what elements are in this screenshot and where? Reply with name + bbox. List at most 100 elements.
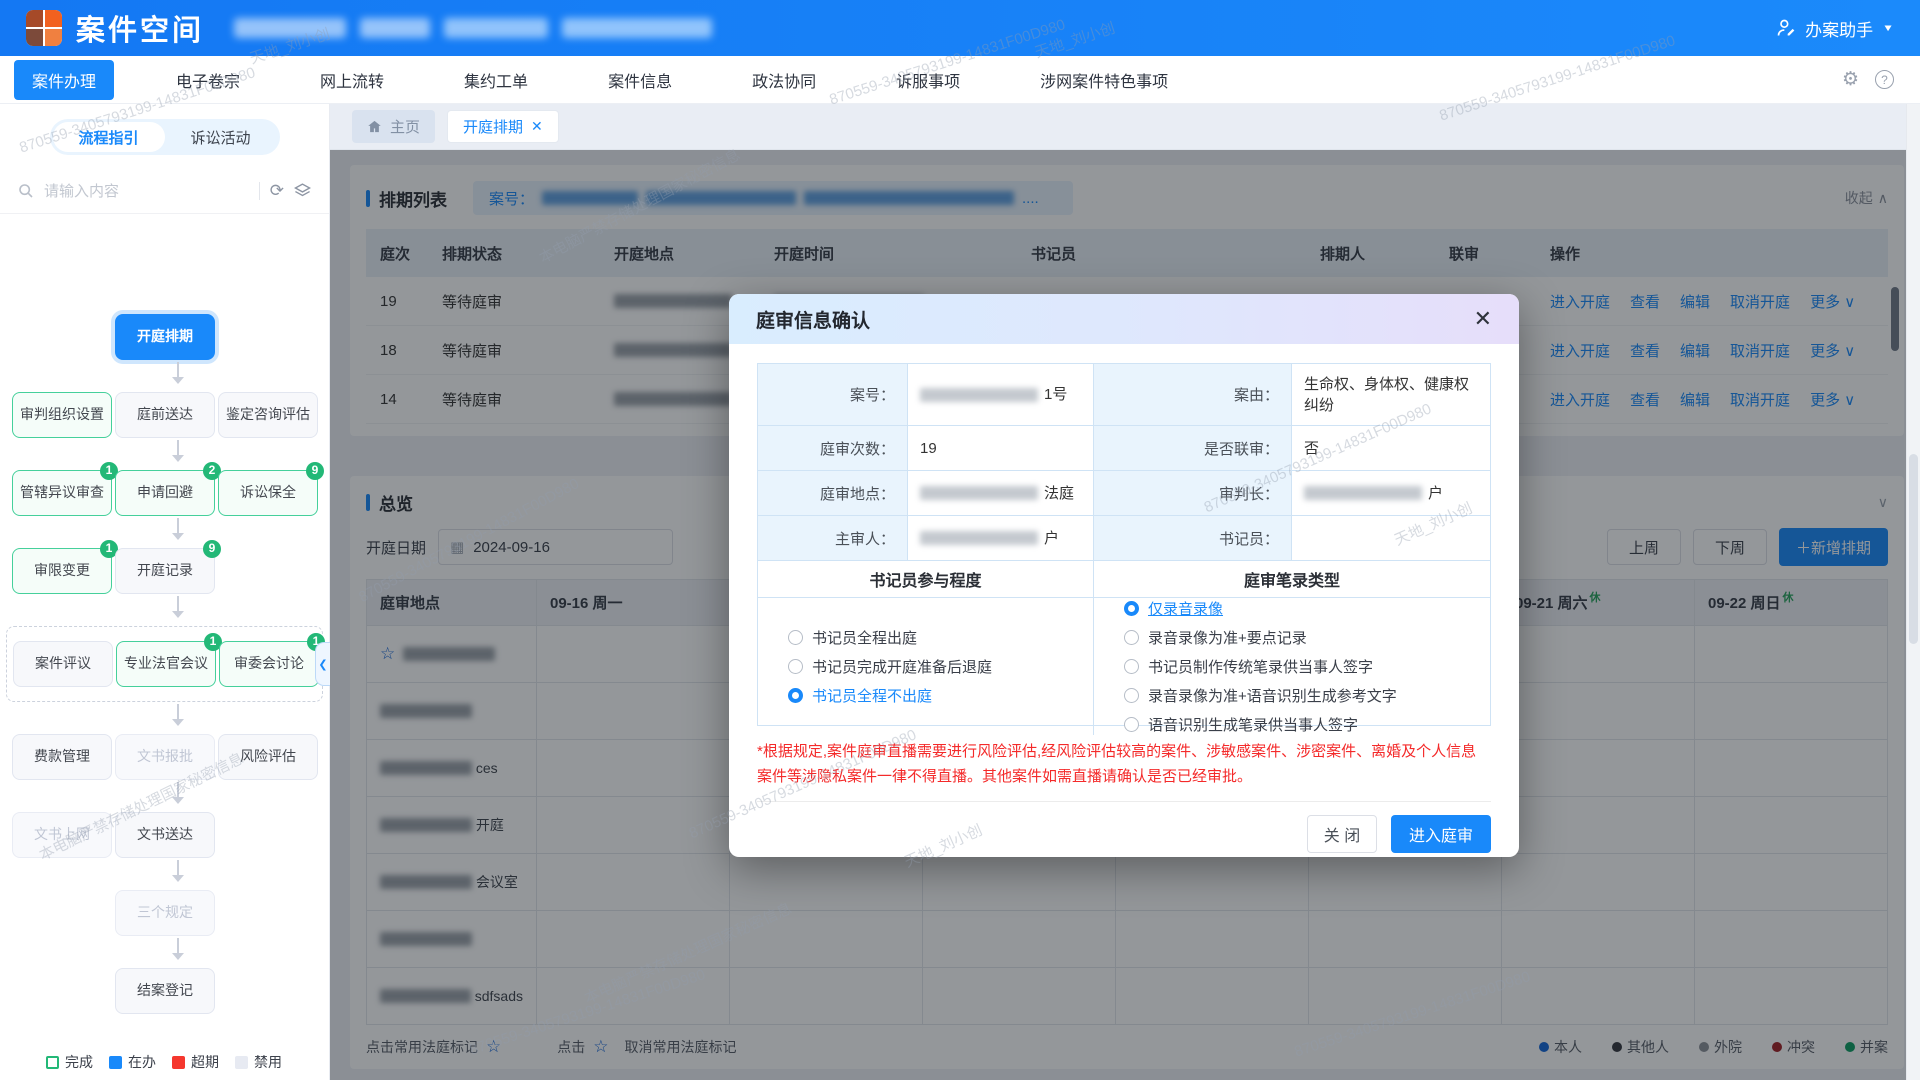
legend-item-完成: 完成 [46, 1052, 93, 1072]
flow-node-三个规定[interactable]: 三个规定 [115, 890, 215, 936]
flow-row: 管辖异议审查1申请回避2诉讼保全9 [12, 470, 330, 516]
flow-node-费款管理[interactable]: 费款管理 [12, 734, 112, 780]
field-value: 19 [908, 426, 1094, 471]
flow-node-文书上网[interactable]: 文书上网 [12, 812, 112, 858]
flow-node-文书报批[interactable]: 文书报批 [115, 734, 215, 780]
redacted-value [1304, 486, 1422, 500]
flow-node-结案登记[interactable]: 结案登记 [115, 968, 215, 1014]
close-icon[interactable]: ✕ [1474, 306, 1492, 332]
nav-item-诉服事项[interactable]: 诉服事项 [878, 60, 978, 100]
layers-icon[interactable] [294, 182, 311, 199]
sidebar-tab-诉讼活动[interactable]: 诉讼活动 [165, 122, 277, 152]
flow-node-庭前送达[interactable]: 庭前送达 [115, 392, 215, 438]
flow-arrow-icon [12, 594, 330, 626]
flow-node-鉴定咨询评估[interactable]: 鉴定咨询评估 [218, 392, 318, 438]
field-value [1292, 516, 1491, 561]
clerk-participation-option[interactable]: 书记员全程出庭 [788, 627, 1093, 648]
record-type-option[interactable]: 仅录音录像 [1124, 598, 1490, 619]
record-type-option[interactable]: 书记员制作传统笔录供当事人签字 [1124, 656, 1490, 677]
modal-title: 庭审信息确认 [756, 306, 870, 333]
flow-node-开庭排期[interactable]: 开庭排期 [115, 314, 215, 360]
enter-hearing-button[interactable]: 进入庭审 [1391, 815, 1491, 853]
nav-item-政法协同[interactable]: 政法协同 [734, 60, 834, 100]
legend-swatch [172, 1056, 185, 1069]
search-placeholder: 请输入内容 [44, 180, 249, 201]
nav-item-案件办理[interactable]: 案件办理 [14, 60, 114, 100]
flow-node-管辖异议审查[interactable]: 管辖异议审查1 [12, 470, 112, 516]
tab-home-label: 主页 [390, 116, 420, 137]
count-badge: 9 [203, 540, 221, 558]
hearing-confirm-modal: 庭审信息确认 ✕ 案号：1号案由：生命权、身体权、健康权纠纷庭审次数：19是否联… [729, 294, 1519, 857]
field-value-text: 户 [1428, 483, 1443, 504]
radio-icon [1124, 630, 1139, 645]
count-badge: 9 [306, 462, 324, 480]
close-button[interactable]: 关 闭 [1307, 815, 1377, 853]
record-type-option[interactable]: 语音识别生成笔录供当事人签字 [1124, 714, 1490, 735]
radio-label: 录音录像为准+语音识别生成参考文字 [1148, 685, 1397, 706]
tab-court-schedule-label: 开庭排期 [463, 116, 523, 137]
page-scrollbar[interactable] [1906, 104, 1920, 1080]
field-value-text: 19 [920, 438, 937, 459]
radio-label: 录音录像为准+要点记录 [1148, 627, 1307, 648]
app-title: 案件空间 [76, 7, 204, 49]
flow-node-审限变更[interactable]: 审限变更1 [12, 548, 112, 594]
field-value: 生命权、身体权、健康权纠纷 [1292, 364, 1491, 426]
flow-arrow-icon [12, 516, 330, 548]
redacted-value [920, 531, 1038, 545]
nav-item-电子卷宗[interactable]: 电子卷宗 [158, 60, 258, 100]
chevron-down-icon: ▼ [1882, 22, 1894, 33]
record-type-option[interactable]: 录音录像为准+语音识别生成参考文字 [1124, 685, 1490, 706]
field-value-text: 户 [1044, 528, 1059, 549]
flow-node-诉讼保全[interactable]: 诉讼保全9 [218, 470, 318, 516]
field-value: 法庭 [908, 471, 1094, 516]
sidebar-collapse-handle[interactable]: ❮ [315, 642, 330, 686]
nav-item-涉网案件特色事项[interactable]: 涉网案件特色事项 [1022, 60, 1186, 100]
radio-icon [1124, 601, 1139, 616]
flow-node-专业法官会议[interactable]: 专业法官会议1 [116, 641, 216, 687]
radio-label: 书记员全程不出庭 [812, 685, 932, 706]
tab-home[interactable]: 主页 [352, 110, 435, 143]
page-scrollbar-thumb[interactable] [1909, 454, 1918, 644]
field-label: 案号： [758, 364, 908, 426]
radio-area: 书记员全程出庭书记员完成开庭准备后退庭书记员全程不出庭 仅录音录像录音录像为准+… [757, 598, 1491, 726]
help-icon[interactable]: ? [1875, 70, 1894, 89]
legend-item-在办: 在办 [109, 1052, 156, 1072]
record-type-option[interactable]: 录音录像为准+要点记录 [1124, 627, 1490, 648]
sidebar-search[interactable]: 请输入内容 ⟳ [0, 168, 329, 214]
nav-item-集约工单[interactable]: 集约工单 [446, 60, 546, 100]
flow-node-开庭记录[interactable]: 开庭记录9 [115, 548, 215, 594]
flow-node-风险评估[interactable]: 风险评估 [218, 734, 318, 780]
field-value-text: 生命权、身体权、健康权纠纷 [1304, 374, 1478, 416]
flow-row: 三个规定 [12, 890, 330, 936]
flow-node-案件评议[interactable]: 案件评议 [13, 641, 113, 687]
radio-label: 仅录音录像 [1148, 598, 1223, 619]
flow-row: 开庭排期 [12, 314, 330, 360]
flow-node-文书送达[interactable]: 文书送达 [115, 812, 215, 858]
close-tab-icon[interactable]: ✕ [531, 118, 543, 135]
field-label: 案由： [1094, 364, 1292, 426]
field-label: 庭审次数： [758, 426, 908, 471]
flow-row: 结案登记 [12, 968, 330, 1014]
radio-label: 语音识别生成笔录供当事人签字 [1148, 714, 1358, 735]
field-value-text: 1号 [1044, 384, 1067, 405]
nav-item-网上流转[interactable]: 网上流转 [302, 60, 402, 100]
modal-body: 案号：1号案由：生命权、身体权、健康权纠纷庭审次数：19是否联审：否庭审地点：法… [729, 344, 1519, 789]
flow-node-申请回避[interactable]: 申请回避2 [115, 470, 215, 516]
flow-arrow-icon [12, 780, 330, 812]
assistant-menu[interactable]: 办案助手 ▼ [1776, 16, 1894, 41]
tab-court-schedule[interactable]: 开庭排期 ✕ [447, 110, 559, 143]
field-value: 户 [908, 516, 1094, 561]
record-type-header: 庭审笔录类型 [1094, 561, 1490, 597]
clerk-participation-option[interactable]: 书记员全程不出庭 [788, 685, 1093, 706]
flow-node-审判组织设置[interactable]: 审判组织设置 [12, 392, 112, 438]
redacted-value [920, 388, 1038, 402]
flow-node-审委会讨论[interactable]: 审委会讨论1 [219, 641, 319, 687]
clerk-participation-option[interactable]: 书记员完成开庭准备后退庭 [788, 656, 1093, 677]
radio-label: 书记员全程出庭 [812, 627, 917, 648]
sidebar-tab-流程指引[interactable]: 流程指引 [53, 122, 165, 152]
refresh-icon[interactable]: ⟳ [270, 181, 284, 201]
gear-icon[interactable]: ⚙ [1842, 70, 1859, 89]
nav-item-案件信息[interactable]: 案件信息 [590, 60, 690, 100]
clerk-participation-header: 书记员参与程度 [758, 561, 1094, 597]
flow-row: 费款管理文书报批风险评估 [12, 734, 330, 780]
